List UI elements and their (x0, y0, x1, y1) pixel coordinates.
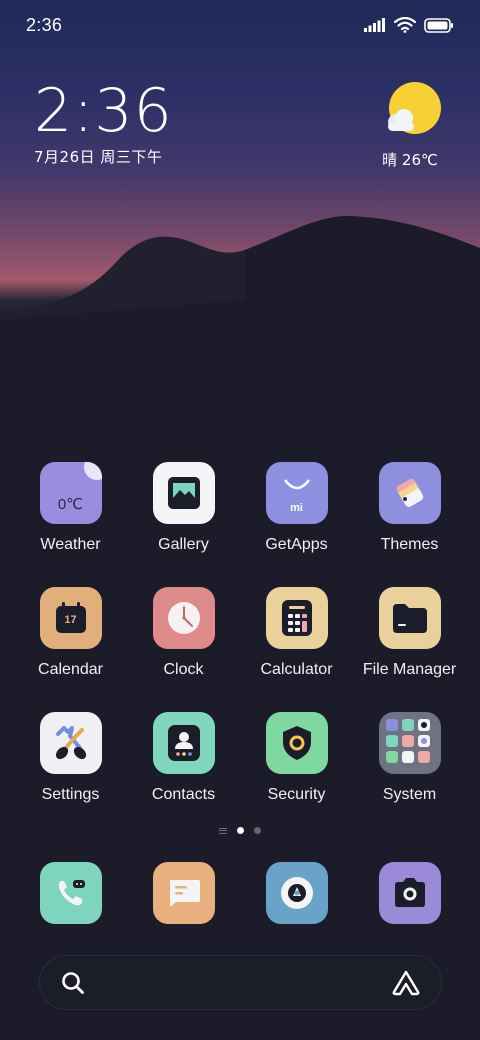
getapps-logo-text: mi (290, 502, 303, 514)
app-calendar[interactable]: 17 Calendar (14, 587, 127, 679)
app-file-manager[interactable]: File Manager (353, 587, 466, 679)
phone-icon[interactable] (39, 862, 102, 924)
system-folder-icon[interactable] (378, 712, 441, 774)
app-calculator[interactable]: Calculator (240, 587, 353, 679)
app-label: Gallery (158, 536, 209, 553)
app-label: File Manager (362, 661, 457, 678)
page-dot-active (237, 827, 244, 834)
browser-icon[interactable] (265, 862, 328, 924)
camera-icon[interactable] (378, 862, 441, 924)
getapps-icon[interactable]: mi (265, 462, 328, 524)
status-time: 2:36 (26, 14, 63, 35)
app-label: Calendar (38, 661, 103, 678)
app-label: Themes (380, 536, 439, 553)
app-label: Settings (41, 786, 100, 803)
app-contacts[interactable]: Contacts (127, 712, 240, 804)
settings-icon[interactable] (39, 712, 102, 774)
sun-cloud-icon (388, 82, 441, 134)
dock-phone[interactable] (14, 862, 127, 924)
messages-icon[interactable] (152, 862, 215, 924)
dock (14, 862, 466, 924)
search-bar[interactable] (39, 955, 442, 1010)
dock-camera[interactable] (353, 862, 466, 924)
calendar-day: 17 (64, 614, 77, 626)
signal-icon (364, 18, 385, 32)
app-getapps[interactable]: mi GetApps (240, 462, 353, 554)
clock-icon[interactable] (152, 587, 215, 649)
app-gallery[interactable]: Gallery (127, 462, 240, 554)
app-themes[interactable]: Themes (353, 462, 466, 554)
gallery-icon[interactable] (152, 462, 215, 524)
wifi-icon (394, 17, 416, 33)
themes-icon[interactable] (378, 462, 441, 524)
app-security[interactable]: Security (240, 712, 353, 804)
app-label: System (382, 786, 437, 803)
app-label: Security (267, 786, 326, 803)
app-label: Clock (163, 661, 204, 678)
dock-browser[interactable] (240, 862, 353, 924)
search-icon[interactable] (60, 970, 86, 996)
clock-time: 2:36 (34, 76, 173, 146)
app-system-folder[interactable]: System (353, 712, 466, 804)
clock-widget[interactable]: 2:36 7月26日 周三下午 (34, 80, 173, 167)
assistant-icon[interactable] (391, 970, 421, 996)
app-label: GetApps (265, 536, 328, 553)
calculator-icon[interactable] (265, 587, 328, 649)
contacts-icon[interactable] (152, 712, 215, 774)
weather-text: 晴 26℃ (382, 151, 438, 169)
battery-icon (424, 17, 453, 33)
app-settings[interactable]: Settings (14, 712, 127, 804)
security-icon[interactable] (265, 712, 328, 774)
page-indicator[interactable] (0, 827, 480, 834)
dock-messages[interactable] (127, 862, 240, 924)
feed-page-icon (219, 827, 227, 834)
calendar-icon[interactable]: 17 (39, 587, 102, 649)
app-label: Calculator (260, 661, 333, 678)
clock-date: 7月26日 周三下午 (34, 148, 163, 166)
weather-widget[interactable]: 晴 26℃ (376, 82, 444, 170)
app-label: Weather (40, 536, 101, 553)
folder-icon[interactable] (378, 587, 441, 649)
weather-icon[interactable]: 0℃ (39, 462, 102, 524)
app-clock[interactable]: Clock (127, 587, 240, 679)
weather-icon-temp: 0℃ (57, 496, 84, 513)
app-weather[interactable]: 0℃ Weather (14, 462, 127, 554)
app-grid: 0℃ Weather Gallery mi GetApps Themes 17 … (14, 462, 466, 804)
app-label: Contacts (151, 786, 216, 803)
status-bar: 2:36 (0, 0, 480, 50)
status-icons (364, 17, 454, 33)
page-dot (254, 827, 261, 834)
